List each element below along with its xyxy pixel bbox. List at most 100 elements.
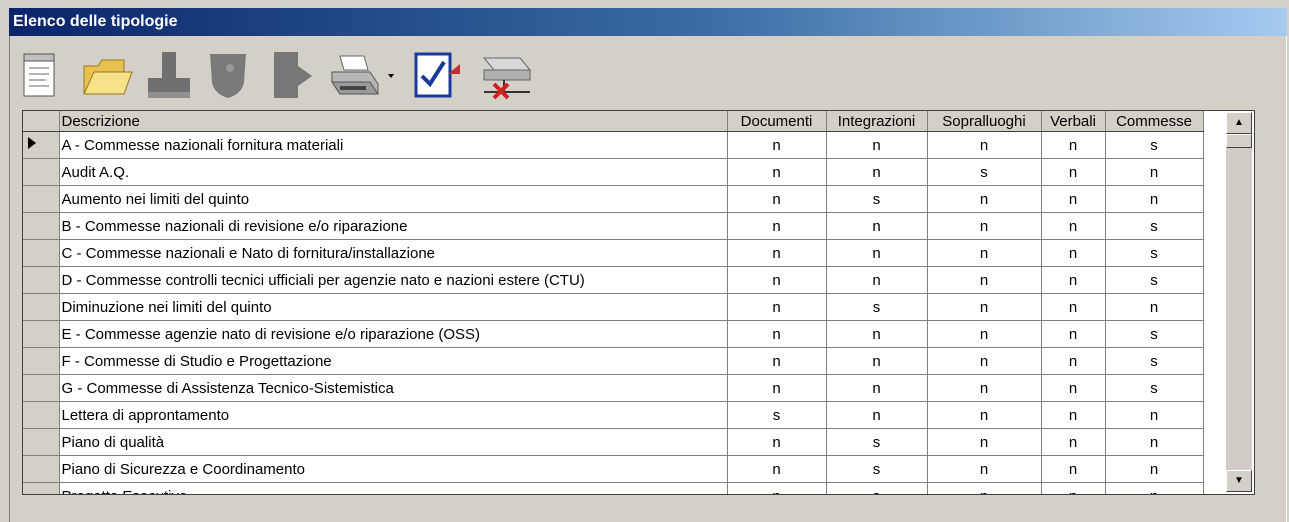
cell-integrazioni[interactable]: n [826, 401, 928, 429]
cell-verbali[interactable]: n [1041, 428, 1106, 456]
scroll-thumb[interactable] [1226, 134, 1252, 148]
cell-integrazioni[interactable]: n [826, 158, 928, 186]
cell-commesse[interactable]: n [1105, 158, 1204, 186]
table-row[interactable]: Progetto Esecutivonsnnn [23, 482, 1204, 494]
table-row[interactable]: A - Commesse nazionali fornitura materia… [23, 131, 1204, 159]
cell-documenti[interactable]: n [727, 374, 827, 402]
cell-integrazioni[interactable]: n [826, 374, 928, 402]
cell-sopralluoghi[interactable]: n [927, 482, 1042, 494]
cell-commesse[interactable]: s [1105, 212, 1204, 240]
document-arrow-button[interactable] [264, 48, 318, 104]
cell-sopralluoghi[interactable]: n [927, 320, 1042, 348]
cell-descrizione[interactable]: Aumento nei limiti del quinto [59, 185, 728, 213]
cell-commesse[interactable]: s [1105, 320, 1204, 348]
open-folder-button[interactable] [80, 48, 134, 104]
cell-verbali[interactable]: n [1041, 482, 1106, 494]
table-row[interactable]: G - Commesse di Assistenza Tecnico-Siste… [23, 374, 1204, 402]
row-selector[interactable] [23, 239, 60, 267]
cell-verbali[interactable]: n [1041, 212, 1106, 240]
cell-commesse[interactable]: n [1105, 293, 1204, 321]
cell-documenti[interactable]: n [727, 158, 827, 186]
cell-verbali[interactable]: n [1041, 401, 1106, 429]
cell-sopralluoghi[interactable]: n [927, 293, 1042, 321]
cell-sopralluoghi[interactable]: n [927, 212, 1042, 240]
cell-commesse[interactable]: s [1105, 239, 1204, 267]
cell-descrizione[interactable]: Progetto Esecutivo [59, 482, 728, 494]
print-button[interactable] [326, 48, 396, 104]
cell-commesse[interactable]: n [1105, 401, 1204, 429]
cell-integrazioni[interactable]: s [826, 455, 928, 483]
cell-integrazioni[interactable]: n [826, 131, 928, 159]
row-selector[interactable] [23, 131, 60, 159]
cell-verbali[interactable]: n [1041, 266, 1106, 294]
cell-commesse[interactable]: s [1105, 347, 1204, 375]
table-row[interactable]: Lettera di approntamento s n n n n [23, 401, 1204, 429]
cell-descrizione[interactable]: Audit A.Q. [59, 158, 728, 186]
cell-descrizione[interactable]: G - Commesse di Assistenza Tecnico-Siste… [59, 374, 728, 402]
disconnect-button[interactable] [474, 48, 538, 104]
cell-documenti[interactable]: n [727, 482, 827, 494]
cell-descrizione[interactable]: A - Commesse nazionali fornitura materia… [59, 131, 728, 159]
cell-integrazioni[interactable]: s [826, 185, 928, 213]
cell-commesse[interactable]: n [1105, 428, 1204, 456]
row-selector[interactable] [23, 347, 60, 375]
cell-verbali[interactable]: n [1041, 239, 1106, 267]
table-row[interactable]: B - Commesse nazionali di revisione e/o … [23, 212, 1204, 240]
cell-verbali[interactable]: n [1041, 185, 1106, 213]
scroll-up-button[interactable]: ▲ [1226, 112, 1252, 134]
scroll-down-button[interactable]: ▼ [1226, 470, 1252, 492]
table-row[interactable]: Piano di qualità n s n n n [23, 428, 1204, 456]
shield-button[interactable] [202, 48, 256, 104]
cell-documenti[interactable]: n [727, 320, 827, 348]
cell-descrizione[interactable]: Piano di Sicurezza e Coordinamento [59, 455, 728, 483]
cell-documenti[interactable]: n [727, 347, 827, 375]
cell-integrazioni[interactable]: n [826, 320, 928, 348]
cell-sopralluoghi[interactable]: s [927, 158, 1042, 186]
cell-documenti[interactable]: n [727, 131, 827, 159]
column-header-verbali[interactable]: Verbali [1041, 111, 1106, 132]
table-row[interactable]: E - Commesse agenzie nato di revisione e… [23, 320, 1204, 348]
types-grid[interactable]: Descrizione Documenti Integrazioni Sopra… [22, 110, 1255, 495]
stamp-button[interactable] [142, 48, 196, 104]
cell-descrizione[interactable]: E - Commesse agenzie nato di revisione e… [59, 320, 728, 348]
cell-sopralluoghi[interactable]: n [927, 401, 1042, 429]
cell-commesse[interactable]: s [1105, 374, 1204, 402]
cell-sopralluoghi[interactable]: n [927, 131, 1042, 159]
cell-documenti[interactable]: n [727, 455, 827, 483]
row-selector[interactable] [23, 320, 60, 348]
cell-sopralluoghi[interactable]: n [927, 455, 1042, 483]
row-selector[interactable] [23, 266, 60, 294]
cell-descrizione[interactable]: Piano di qualità [59, 428, 728, 456]
row-selector[interactable] [23, 455, 60, 483]
cell-documenti[interactable]: n [727, 185, 827, 213]
cell-verbali[interactable]: n [1041, 320, 1106, 348]
cell-integrazioni[interactable]: n [826, 347, 928, 375]
cell-commesse[interactable]: s [1105, 266, 1204, 294]
table-row[interactable]: Aumento nei limiti del quinto n s n n n [23, 185, 1204, 213]
cell-integrazioni[interactable]: n [826, 266, 928, 294]
table-row[interactable]: Piano di Sicurezza e Coordinamento n s n n n [23, 455, 1204, 483]
cell-descrizione[interactable]: Lettera di approntamento [59, 401, 728, 429]
cell-verbali[interactable]: n [1041, 347, 1106, 375]
checklist-button[interactable] [410, 48, 464, 104]
cell-commesse[interactable]: s [1105, 131, 1204, 159]
row-selector[interactable] [23, 482, 60, 494]
cell-verbali[interactable]: n [1041, 374, 1106, 402]
cell-sopralluoghi[interactable]: n [927, 185, 1042, 213]
cell-descrizione[interactable]: D - Commesse controlli tecnici ufficiali… [59, 266, 728, 294]
cell-descrizione[interactable]: Diminuzione nei limiti del quinto [59, 293, 728, 321]
cell-integrazioni[interactable]: s [826, 428, 928, 456]
cell-sopralluoghi[interactable]: n [927, 239, 1042, 267]
cell-integrazioni[interactable]: s [826, 482, 928, 494]
row-selector[interactable] [23, 212, 60, 240]
cell-verbali[interactable]: n [1041, 455, 1106, 483]
cell-documenti[interactable]: n [727, 266, 827, 294]
row-selector[interactable] [23, 293, 60, 321]
row-selector[interactable] [23, 185, 60, 213]
cell-sopralluoghi[interactable]: n [927, 266, 1042, 294]
cell-documenti[interactable]: n [727, 212, 827, 240]
column-header-descrizione[interactable]: Descrizione [59, 111, 728, 132]
cell-descrizione[interactable]: F - Commesse di Studio e Progettazione [59, 347, 728, 375]
table-row[interactable]: D - Commesse controlli tecnici ufficiali… [23, 266, 1204, 294]
cell-sopralluoghi[interactable]: n [927, 374, 1042, 402]
